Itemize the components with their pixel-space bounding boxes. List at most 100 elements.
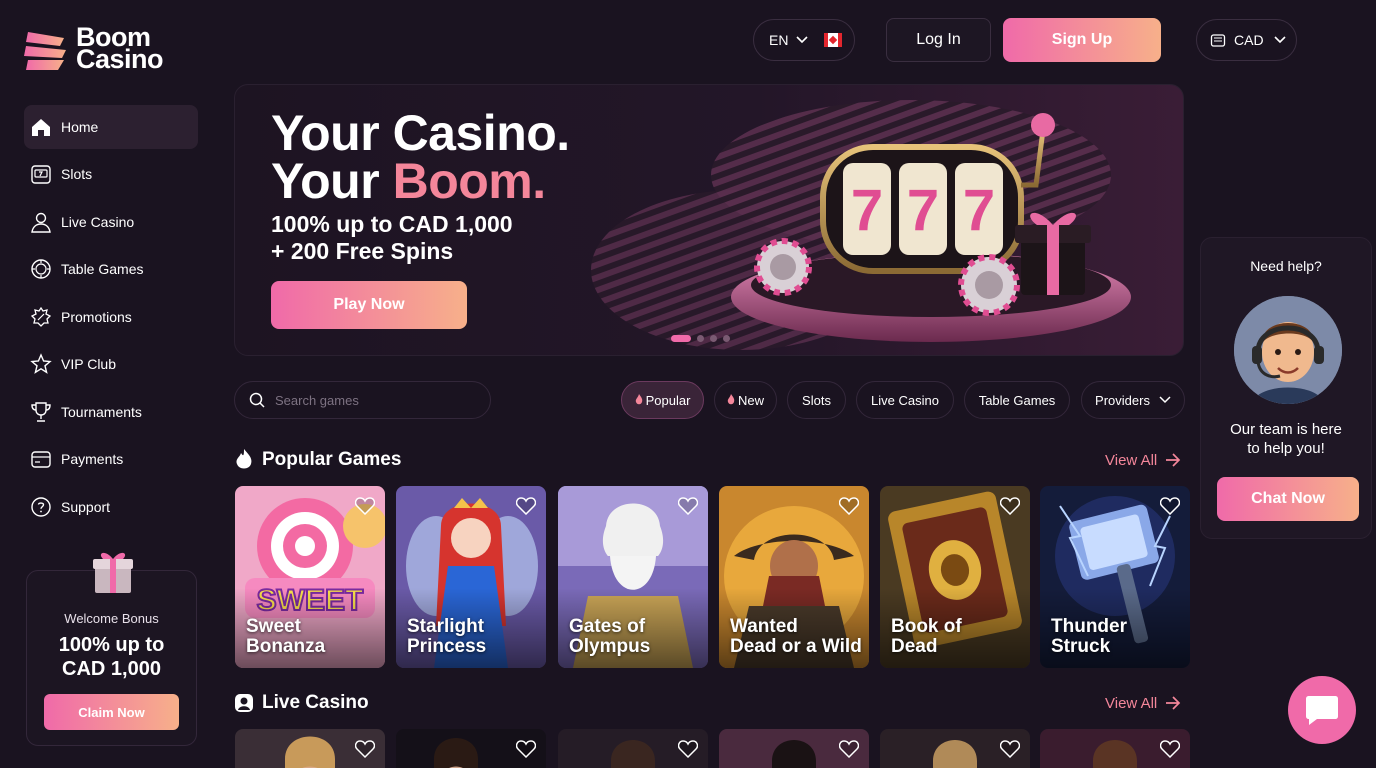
canada-flag-icon: [824, 33, 843, 47]
sidebar-item-tournaments[interactable]: Tournaments: [24, 390, 198, 434]
favorite-heart-icon[interactable]: [676, 494, 700, 518]
live-view-all-link[interactable]: View All: [1105, 691, 1181, 715]
live-casino-heading: Live Casino: [234, 689, 369, 717]
live-game-card[interactable]: [719, 729, 869, 768]
brand-wordmark: Boom Casino: [76, 22, 164, 74]
sidebar-item-promotions[interactable]: Promotions: [24, 295, 198, 339]
favorite-heart-icon[interactable]: [998, 494, 1022, 518]
sidebar-item-table-games[interactable]: Table Games: [24, 247, 198, 291]
filter-popular[interactable]: Popular: [621, 381, 704, 419]
filter-table-games[interactable]: Table Games: [964, 381, 1070, 419]
filter-providers[interactable]: Providers: [1081, 381, 1185, 419]
favorite-heart-icon[interactable]: [998, 737, 1022, 761]
chevron-down-icon: [1159, 396, 1171, 404]
language-code: EN: [769, 32, 789, 48]
flame-icon: [635, 394, 642, 405]
help-widget: Need help? Our team is here to help you!…: [1200, 237, 1372, 539]
search-box[interactable]: [234, 381, 491, 419]
bonus-label: Welcome Bonus: [64, 611, 159, 626]
live-game-card[interactable]: [235, 729, 385, 768]
help-message: Our team is here to help you!: [1230, 421, 1342, 457]
support-agent-avatar: [1234, 296, 1342, 404]
game-card-starlight-princess[interactable]: Starlight Princess: [396, 486, 546, 668]
sidebar-item-slots[interactable]: Slots: [24, 152, 198, 196]
live-casino-icon: [29, 210, 53, 234]
vip-star-icon: [29, 352, 53, 376]
favorite-heart-icon[interactable]: [676, 737, 700, 761]
filter-live-casino[interactable]: Live Casino: [856, 381, 954, 419]
favorite-heart-icon[interactable]: [837, 737, 861, 761]
sidebar-item-payments[interactable]: Payments: [24, 437, 198, 481]
live-game-card[interactable]: [880, 729, 1030, 768]
popular-games-heading: Popular Games: [234, 446, 401, 474]
sidebar-item-support[interactable]: Support: [24, 485, 198, 529]
svg-text:7: 7: [907, 178, 939, 243]
support-icon: [29, 495, 53, 519]
favorite-heart-icon[interactable]: [1158, 737, 1182, 761]
sidebar-item-label: VIP Club: [61, 356, 116, 372]
game-card-wanted-dead-or-a-wild[interactable]: Wanted Dead or a Wild: [719, 486, 869, 668]
popular-view-all-link[interactable]: View All: [1105, 448, 1181, 472]
home-icon: [29, 115, 53, 139]
game-title: Wanted Dead or a Wild: [730, 616, 862, 657]
wallet-icon: [29, 447, 53, 471]
chat-now-button[interactable]: Chat Now: [1217, 477, 1359, 521]
sidebar-item-label: Tournaments: [61, 404, 142, 420]
game-card-thunder-struck[interactable]: Thunder Struck: [1040, 486, 1190, 668]
chat-bubble-icon: [1306, 696, 1338, 725]
brand-logo[interactable]: Boom Casino: [24, 22, 174, 74]
flame-icon: [727, 394, 735, 405]
live-game-card[interactable]: [1040, 729, 1190, 768]
filter-new[interactable]: New: [714, 381, 777, 419]
flame-icon: [236, 449, 252, 469]
game-card-gates-of-olympus[interactable]: Gates of Olympus: [558, 486, 708, 668]
hero-headline: Your Casino. Your Boom.: [271, 105, 570, 209]
game-card-sweet-bonanza[interactable]: SWEET SweetBonanza: [235, 486, 385, 668]
game-title: Thunder Struck: [1051, 616, 1127, 657]
welcome-bonus-card: Welcome Bonus 100% up to CAD 1,000 Claim…: [26, 552, 197, 746]
sidebar-item-vip-club[interactable]: VIP Club: [24, 342, 198, 386]
carousel-dot[interactable]: [671, 335, 691, 342]
arrow-right-icon: [1166, 696, 1181, 710]
play-now-button[interactable]: Play Now: [271, 281, 467, 329]
live-game-card[interactable]: [558, 729, 708, 768]
language-select[interactable]: EN: [753, 19, 855, 61]
filter-slots[interactable]: Slots: [787, 381, 846, 419]
sidebar-item-label: Support: [61, 499, 111, 515]
floating-chat-button[interactable]: [1288, 676, 1356, 744]
claim-now-button[interactable]: Claim Now: [44, 694, 179, 730]
carousel-dots: [671, 335, 730, 342]
bonus-amount: 100% up to CAD 1,000: [58, 634, 165, 680]
sign-up-button[interactable]: Sign Up: [1003, 18, 1161, 62]
log-in-button[interactable]: Log In: [886, 18, 991, 62]
sidebar-item-live-casino[interactable]: Live Casino: [24, 200, 198, 244]
sidebar-item-label: Table Games: [61, 261, 144, 277]
currency-select[interactable]: CAD: [1196, 19, 1297, 61]
favorite-heart-icon[interactable]: [353, 737, 377, 761]
sidebar-item-label: Home: [61, 119, 99, 135]
carousel-dot[interactable]: [723, 335, 730, 342]
carousel-dot[interactable]: [697, 335, 704, 342]
sidebar-item-home[interactable]: Home: [24, 105, 198, 149]
sidebar-item-label: Payments: [61, 451, 124, 467]
game-title: Book of Dead: [891, 616, 962, 657]
favorite-heart-icon[interactable]: [837, 494, 861, 518]
favorite-heart-icon[interactable]: [514, 737, 538, 761]
wallet-icon: [1210, 34, 1226, 47]
favorite-heart-icon[interactable]: [514, 494, 538, 518]
search-input[interactable]: [275, 392, 475, 408]
table-games-icon: [29, 257, 53, 281]
currency-code: CAD: [1234, 32, 1264, 48]
favorite-heart-icon[interactable]: [1158, 494, 1182, 518]
gift-icon: [93, 552, 133, 593]
game-card-book-of-dead[interactable]: Book of Dead: [880, 486, 1030, 668]
carousel-dot[interactable]: [710, 335, 717, 342]
chevron-down-icon: [796, 36, 809, 44]
sidebar-item-label: Slots: [61, 166, 93, 182]
promotions-icon: [29, 305, 53, 329]
logo-mark-icon: [24, 32, 66, 70]
favorite-heart-icon[interactable]: [353, 494, 377, 518]
hero-banner[interactable]: 7 7 7 Your Casino. Your Boom. 100% up to…: [234, 84, 1184, 356]
live-game-card[interactable]: [396, 729, 546, 768]
game-title: Sweet Bonanza: [246, 616, 326, 657]
